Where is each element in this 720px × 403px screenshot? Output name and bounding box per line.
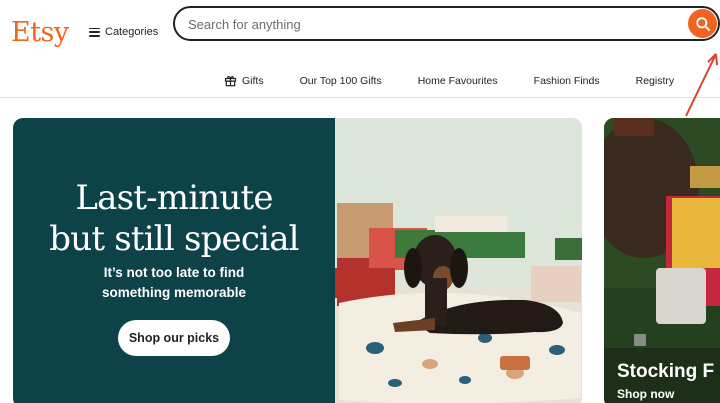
search-bar — [173, 6, 720, 41]
nav-item-fashion-finds[interactable]: Fashion Finds — [534, 74, 600, 87]
nav-label-home-favourites: Home Favourites — [417, 74, 498, 87]
nav-label-fashion-finds: Fashion Finds — [533, 74, 600, 87]
search-input[interactable] — [188, 15, 668, 33]
stocking-fillers-card[interactable]: Stocking F Shop now — [604, 118, 720, 403]
search-icon — [695, 16, 710, 31]
nav-item-registry[interactable]: Registry — [636, 74, 675, 87]
category-nav: Gifts Our Top 100 Gifts Home Favourites … — [224, 74, 674, 87]
nav-item-top-100-gifts[interactable]: Our Top 100 Gifts — [300, 74, 382, 87]
categories-button[interactable]: Categories — [89, 26, 158, 38]
nav-label-gifts: Gifts — [242, 74, 264, 87]
hero-subtitle-line-2: something memorable — [101, 285, 247, 300]
hero-title: Last-minute but still special — [13, 178, 335, 260]
search-button[interactable] — [688, 9, 717, 38]
hero-banner[interactable]: Last-minute but still special It’s not t… — [13, 118, 582, 403]
hero-subtitle: It’s not too late to find something memo… — [13, 263, 335, 303]
hero-title-line-2: but still special — [49, 219, 299, 259]
site-header: Etsy Categories Gifts — [0, 0, 720, 98]
hero-image — [335, 118, 582, 403]
etsy-logo[interactable]: Etsy — [11, 17, 69, 48]
nav-label-registry: Registry — [635, 74, 675, 87]
hero-text-panel: Last-minute but still special It’s not t… — [13, 118, 335, 403]
stocking-card-title: Stocking F — [617, 361, 715, 382]
categories-label: Categories — [105, 26, 159, 38]
nav-item-home-favourites[interactable]: Home Favourites — [418, 74, 498, 87]
shop-our-picks-button[interactable]: Shop our picks — [118, 320, 230, 356]
nav-label-top-100-gifts: Our Top 100 Gifts — [299, 74, 382, 87]
hero-subtitle-line-1: It’s not too late to find — [103, 265, 245, 280]
etsy-homepage: Etsy Categories Gifts — [0, 0, 720, 403]
gift-icon — [224, 76, 237, 87]
dachshund-photo-illustration — [335, 118, 582, 403]
stocking-card-shop-now-link[interactable]: Shop now — [617, 387, 674, 401]
hamburger-menu-icon — [89, 27, 100, 37]
nav-item-gifts[interactable]: Gifts — [224, 74, 264, 87]
hero-title-line-1: Last-minute — [75, 178, 273, 218]
